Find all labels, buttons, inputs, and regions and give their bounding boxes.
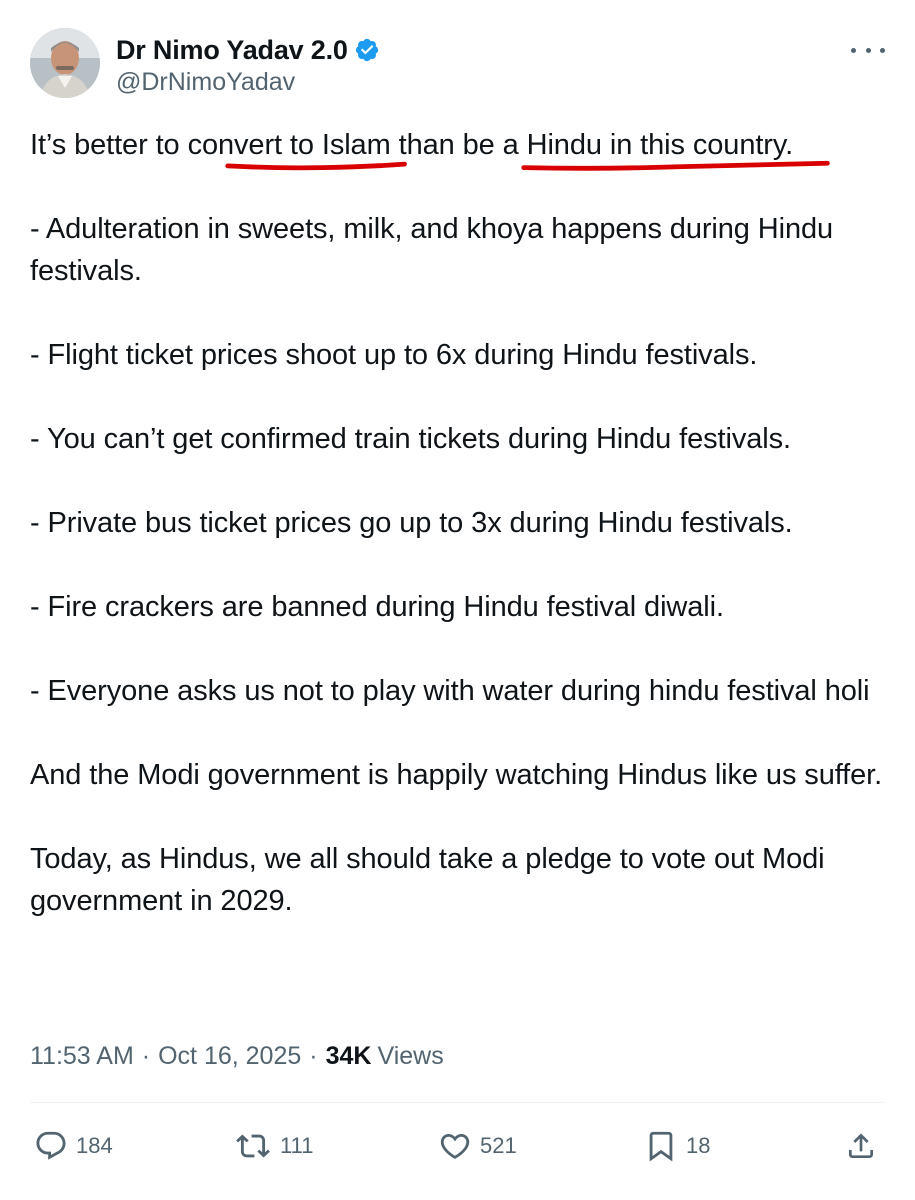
underlined-phrase-2: be a Hindu in this country bbox=[462, 129, 786, 161]
text-segment: . bbox=[785, 129, 794, 161]
tweet-text: It’s better to convert to Islam than be … bbox=[30, 124, 885, 922]
views-count[interactable]: 34K bbox=[326, 1042, 372, 1071]
bookmark-icon bbox=[649, 1131, 673, 1162]
tweet-paragraph-5: - Fire crackers are banned during Hindu … bbox=[30, 591, 724, 623]
divider bbox=[30, 1102, 885, 1103]
tweet-header: Dr Nimo Yadav 2.0 @DrNimoYadav bbox=[30, 26, 885, 102]
underlined-phrase-1: convert to Islam bbox=[187, 129, 391, 161]
text-segment: It’s better to bbox=[30, 129, 188, 161]
author-handle[interactable]: @DrNimoYadav bbox=[116, 68, 295, 97]
tweet-line-1: It’s better to convert to Islam than be … bbox=[30, 124, 885, 166]
action-bar: 184 111 521 18 bbox=[34, 1124, 877, 1168]
bookmark-count: 18 bbox=[686, 1133, 711, 1158]
like-count: 521 bbox=[480, 1133, 517, 1158]
meta-separator: · bbox=[141, 1041, 151, 1070]
tweet-paragraph-4: - Private bus ticket prices go up to 3x … bbox=[30, 507, 793, 539]
heart-icon bbox=[440, 1133, 470, 1159]
share-button[interactable] bbox=[845, 1130, 877, 1162]
text-segment: than bbox=[390, 129, 463, 161]
repost-button[interactable]: 111 bbox=[234, 1129, 313, 1163]
avatar[interactable] bbox=[30, 28, 100, 98]
tweet-card: Dr Nimo Yadav 2.0 @DrNimoYadav It’s bett… bbox=[0, 0, 915, 1200]
avatar-photo bbox=[30, 28, 100, 98]
reply-icon bbox=[36, 1131, 66, 1160]
tweet-date[interactable]: Oct 16, 2025 bbox=[158, 1042, 301, 1071]
author-display-name[interactable]: Dr Nimo Yadav 2.0 bbox=[116, 35, 348, 66]
repost-count: 111 bbox=[280, 1133, 314, 1158]
tweet-meta: 11:53 AM · Oct 16, 2025 · 34K Views bbox=[30, 1038, 444, 1074]
tweet-paragraph-6: - Everyone asks us not to play with wate… bbox=[30, 675, 870, 707]
tweet-paragraph-1: - Adulteration in sweets, milk, and khoy… bbox=[30, 213, 834, 287]
reply-button[interactable]: 184 bbox=[34, 1129, 113, 1163]
author-name-row[interactable]: Dr Nimo Yadav 2.0 bbox=[116, 32, 380, 68]
like-button[interactable]: 521 bbox=[438, 1129, 517, 1163]
tweet-paragraph-7: And the Modi government is happily watch… bbox=[30, 759, 883, 791]
tweet-time[interactable]: 11:53 AM bbox=[30, 1042, 134, 1071]
tweet-paragraph-2: - Flight ticket prices shoot up to 6x du… bbox=[30, 339, 758, 371]
tweet-paragraph-3: - You can’t get confirmed train tickets … bbox=[30, 423, 791, 455]
share-icon bbox=[849, 1133, 873, 1158]
tweet-paragraph-8: Today, as Hindus, we all should take a p… bbox=[30, 843, 825, 917]
bookmark-button[interactable]: 18 bbox=[644, 1129, 710, 1163]
reply-count: 184 bbox=[76, 1133, 113, 1158]
meta-separator: · bbox=[309, 1041, 318, 1070]
more-options-icon[interactable] bbox=[851, 40, 885, 60]
repost-icon bbox=[236, 1134, 270, 1158]
views-label[interactable]: Views bbox=[377, 1042, 443, 1071]
verified-badge-icon bbox=[354, 37, 380, 63]
